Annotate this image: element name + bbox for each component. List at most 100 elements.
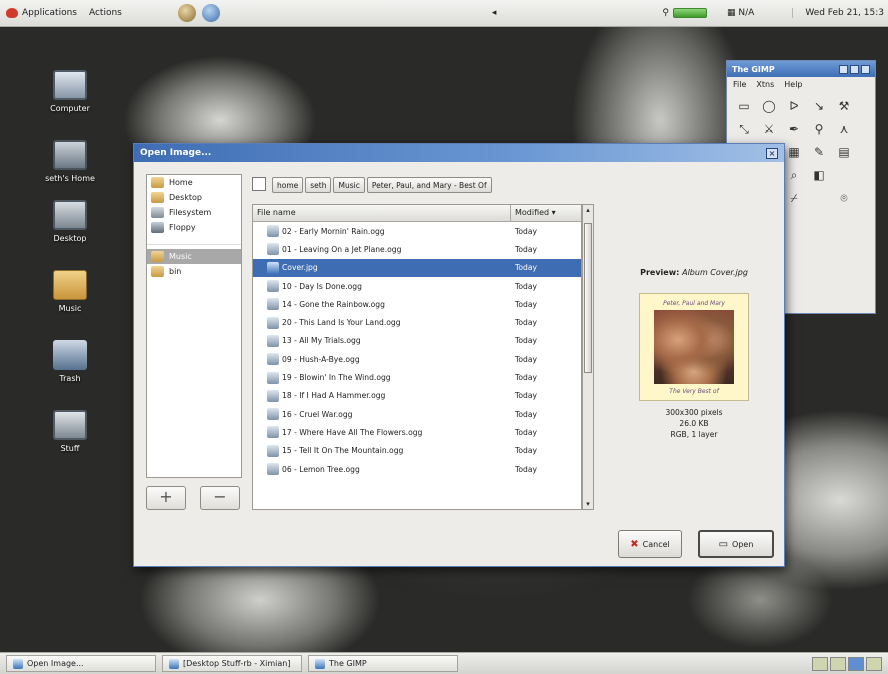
modified-column-header[interactable]: Modified ▾ bbox=[511, 205, 581, 221]
gimp-tool-icon[interactable]: ⚒ bbox=[833, 96, 855, 116]
file-row[interactable]: 13 - All My Trials.ogg Today bbox=[253, 332, 581, 350]
bookmark-item[interactable]: bin bbox=[147, 264, 241, 279]
sound-icon[interactable]: ◂ bbox=[484, 8, 505, 18]
gimp-menu-item[interactable]: Help bbox=[784, 80, 802, 89]
scroll-up-icon[interactable]: ▴ bbox=[583, 205, 593, 215]
desktop-icon-item[interactable]: Desktop bbox=[30, 200, 110, 243]
open-button[interactable]: ▭ Open bbox=[698, 530, 774, 558]
audio-file-icon bbox=[267, 444, 279, 457]
path-crumb[interactable]: Peter, Paul, and Mary - Best Of bbox=[366, 177, 492, 193]
taskbar-button[interactable]: The GIMP bbox=[308, 655, 458, 672]
taskbar-button[interactable]: Open Image... bbox=[6, 655, 156, 672]
minimize-icon[interactable] bbox=[839, 64, 848, 74]
workspace-4[interactable] bbox=[866, 656, 882, 671]
browser-launcher-icon[interactable] bbox=[177, 4, 196, 22]
file-row[interactable]: Cover.jpg Today bbox=[253, 258, 581, 277]
workspace-1[interactable] bbox=[812, 656, 828, 671]
taskbar-button[interactable]: [Desktop Stuff-rb - Ximian] bbox=[162, 655, 302, 672]
maximize-icon[interactable] bbox=[850, 64, 859, 74]
gimp-tool-icon[interactable]: ✒ bbox=[783, 119, 805, 139]
clock[interactable]: Wed Feb 21, 15:3 bbox=[792, 8, 888, 18]
audio-file-icon bbox=[267, 280, 279, 293]
remove-bookmark-button[interactable]: − bbox=[200, 486, 240, 510]
desktop-icon-item[interactable]: Computer bbox=[30, 70, 110, 113]
gimp-tool-icon[interactable]: ↘ bbox=[808, 96, 830, 116]
file-name: 19 - Blowin' In The Wind.ogg bbox=[282, 373, 391, 383]
place-label: Home bbox=[169, 178, 193, 187]
preview-panel: Preview: Album Cover.jpg Peter, Paul and… bbox=[604, 268, 784, 440]
audio-file-icon bbox=[267, 316, 279, 329]
gimp-tool-icon[interactable]: ⚔ bbox=[758, 119, 780, 139]
file-row[interactable]: 19 - Blowin' In The Wind.ogg Today bbox=[253, 368, 581, 386]
image-mode: RGB, 1 layer bbox=[670, 430, 718, 439]
desktop-icon-label: Computer bbox=[50, 104, 90, 113]
gimp-tool-icon[interactable]: ⌕ bbox=[783, 165, 805, 185]
applications-menu[interactable]: Applications bbox=[0, 0, 83, 26]
gimp-tool-icon[interactable]: ✎ bbox=[808, 142, 830, 162]
file-row[interactable]: 14 - Gone the Rainbow.ogg Today bbox=[253, 295, 581, 313]
gimp-tool-icon[interactable]: ⌿ bbox=[783, 188, 805, 208]
file-row[interactable]: 02 - Early Mornin' Rain.ogg Today bbox=[253, 222, 581, 240]
desktop-icon-item[interactable]: Trash bbox=[30, 340, 110, 383]
path-crumb[interactable]: home bbox=[272, 177, 304, 193]
gimp-tool-icon[interactable]: ▭ bbox=[733, 96, 755, 116]
desktop-icon-item[interactable]: seth's Home bbox=[30, 140, 110, 183]
gimp-tool-icon[interactable]: ⚲ bbox=[808, 119, 830, 139]
gnome-foot-icon bbox=[6, 8, 18, 18]
desktop-icon-item[interactable]: Stuff bbox=[30, 410, 110, 453]
workspace-3[interactable] bbox=[848, 656, 864, 671]
file-row[interactable]: 15 - Tell It On The Mountain.ogg Today bbox=[253, 442, 581, 460]
gimp-tool-icon[interactable] bbox=[808, 188, 830, 208]
cover-subtitle: The Very Best of bbox=[669, 388, 719, 395]
file-row[interactable]: 17 - Where Have All The Flowers.ogg Today bbox=[253, 423, 581, 441]
gimp-tool-icon[interactable]: ◯ bbox=[758, 96, 780, 116]
close-icon[interactable]: × bbox=[766, 147, 778, 159]
gimp-tool-icon[interactable]: ▤ bbox=[833, 142, 855, 162]
scroll-down-icon[interactable]: ▾ bbox=[583, 499, 593, 509]
path-crumb[interactable]: Music bbox=[333, 177, 365, 193]
email-launcher-icon[interactable] bbox=[201, 4, 220, 22]
file-row[interactable]: 09 - Hush-A-Bye.ogg Today bbox=[253, 350, 581, 368]
workspace-2[interactable] bbox=[830, 656, 846, 671]
gimp-tool-icon[interactable]: ▦ bbox=[783, 142, 805, 162]
gimp-tool-icon[interactable]: ◧ bbox=[808, 165, 830, 185]
place-item[interactable]: Filesystem bbox=[147, 205, 241, 220]
file-row[interactable]: 18 - If I Had A Hammer.ogg Today bbox=[253, 387, 581, 405]
cancel-button[interactable]: ✖ Cancel bbox=[618, 530, 682, 558]
name-column-header[interactable]: File name bbox=[253, 205, 511, 221]
power-tray[interactable]: ⚲ bbox=[654, 8, 719, 18]
gimp-tool-icon[interactable]: ᐅ bbox=[783, 96, 805, 116]
file-modified: Today bbox=[515, 281, 537, 291]
place-item[interactable]: Floppy bbox=[147, 220, 241, 235]
gimp-tool-icon[interactable] bbox=[833, 165, 855, 185]
gimp-tool-icon[interactable]: ⌾ bbox=[833, 188, 855, 208]
path-crumb[interactable]: seth bbox=[305, 177, 332, 193]
network-tray[interactable]: ▦ N/A bbox=[719, 8, 762, 18]
floppy-icon bbox=[151, 222, 164, 233]
file-row[interactable]: 16 - Cruel War.ogg Today bbox=[253, 405, 581, 423]
place-item[interactable]: Home bbox=[147, 175, 241, 190]
gimp-menu-item[interactable]: Xtns bbox=[756, 80, 774, 89]
file-row[interactable]: 06 - Lemon Tree.ogg Today bbox=[253, 460, 581, 478]
actions-menu[interactable]: Actions bbox=[83, 0, 128, 26]
desktop-icon-item[interactable]: Music bbox=[30, 270, 110, 313]
bookmark-item[interactable]: Music bbox=[147, 249, 241, 264]
add-bookmark-button[interactable]: + bbox=[146, 486, 186, 510]
workspace-switcher[interactable] bbox=[812, 656, 882, 671]
gimp-tool-icon[interactable]: ⋏ bbox=[833, 119, 855, 139]
dialog-titlebar[interactable]: Open Image... × bbox=[134, 144, 784, 162]
file-row[interactable]: 20 - This Land Is Your Land.ogg Today bbox=[253, 313, 581, 331]
file-row[interactable]: 10 - Day Is Done.ogg Today bbox=[253, 277, 581, 295]
file-list-scrollbar[interactable]: ▴ ▾ bbox=[582, 204, 594, 510]
gimp-tool-icon[interactable]: ⤡ bbox=[733, 119, 755, 139]
place-item[interactable]: Desktop bbox=[147, 190, 241, 205]
gimp-menu-item[interactable]: File bbox=[733, 80, 746, 89]
close-icon[interactable] bbox=[861, 64, 870, 74]
file-name: Cover.jpg bbox=[282, 263, 318, 273]
location-toggle-button[interactable] bbox=[252, 177, 266, 191]
scroll-thumb[interactable] bbox=[584, 223, 592, 373]
cancel-label: Cancel bbox=[642, 539, 670, 549]
gimp-titlebar[interactable]: The GIMP bbox=[727, 61, 875, 77]
file-row[interactable]: 01 - Leaving On a Jet Plane.ogg Today bbox=[253, 240, 581, 258]
audio-file-icon bbox=[267, 408, 279, 421]
